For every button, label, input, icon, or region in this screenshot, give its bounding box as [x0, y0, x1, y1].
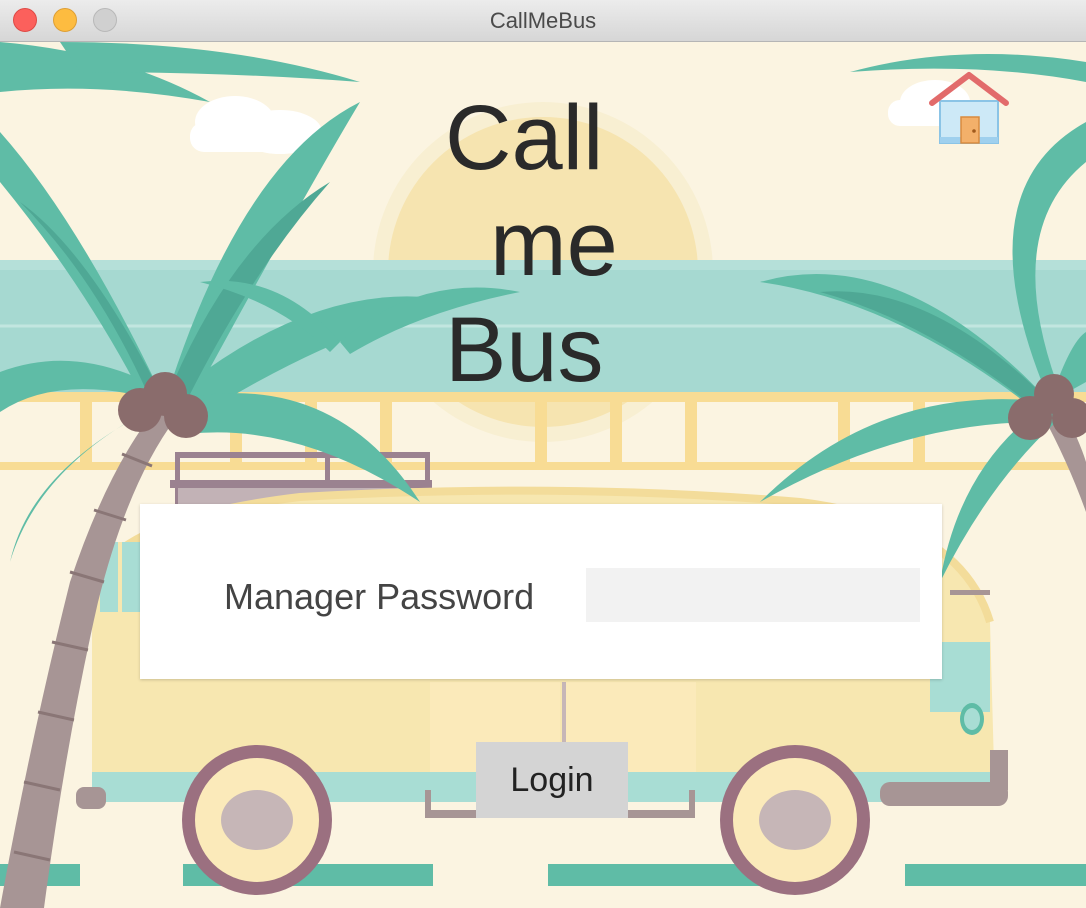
home-icon — [929, 72, 1009, 144]
title-bar: CallMeBus — [0, 0, 1086, 42]
brand-line-bus: Bus — [445, 299, 604, 401]
manager-password-label: Manager Password — [224, 576, 535, 617]
app-brand-title: Call me Bus — [445, 85, 705, 403]
brand-line-me: me — [490, 193, 618, 295]
login-card: Manager Password — [140, 504, 942, 679]
manager-password-input[interactable] — [586, 568, 920, 622]
brand-line-call: Call — [445, 87, 604, 189]
login-button[interactable]: Login — [476, 742, 628, 818]
home-button[interactable] — [928, 67, 1010, 149]
app-window: CallMeBus Call me Bus Manager Password L… — [0, 0, 1086, 908]
window-title: CallMeBus — [489, 8, 597, 33]
